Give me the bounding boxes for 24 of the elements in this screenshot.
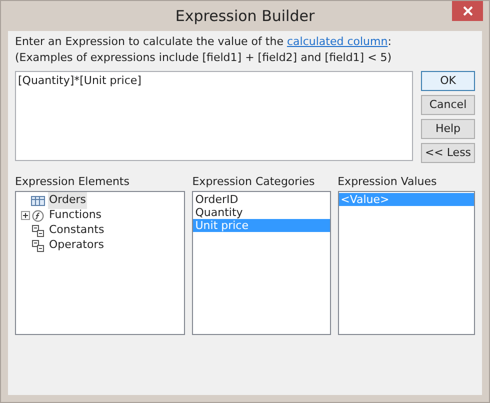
- tree-item[interactable]: Functions: [48, 207, 103, 224]
- examples-text: (Examples of expressions include [field1] + [field2] and [field1] < 5): [15, 50, 393, 66]
- expression-field[interactable]: [Quantity]*[Unit price]: [15, 71, 413, 161]
- window-title: Expression Builder: [175, 6, 315, 27]
- dialog-button[interactable]: Cancel: [421, 95, 475, 115]
- dialog-button[interactable]: Help: [421, 119, 475, 139]
- panel-label: Expression Values: [338, 174, 438, 190]
- expression-text: [Quantity]*[Unit price]: [18, 74, 142, 87]
- dialog-button[interactable]: OK: [421, 71, 475, 91]
- tree-item[interactable]: Constants: [48, 222, 106, 239]
- categories-list[interactable]: OrderID Quantity Unit price: [192, 191, 331, 335]
- instruction-text: Enter an Expression to calculate the value of the calculated column:: [15, 34, 392, 50]
- elements-tree[interactable]: Orders Functions Constants Operators: [15, 191, 186, 335]
- list-item[interactable]: OrderID: [193, 193, 330, 206]
- tree-item[interactable]: Operators: [48, 237, 105, 254]
- calculated-column-link[interactable]: calculated column: [286, 35, 388, 48]
- tree-item[interactable]: Orders: [48, 192, 87, 209]
- panel-label: Expression Elements: [15, 174, 130, 190]
- expand-icon[interactable]: [20, 211, 30, 220]
- panel-label: Expression Categories: [192, 174, 316, 190]
- dialog-button[interactable]: << Less: [421, 143, 475, 163]
- close-button[interactable]: [452, 1, 483, 21]
- close-icon: [462, 6, 472, 16]
- list-item[interactable]: Quantity: [193, 206, 330, 219]
